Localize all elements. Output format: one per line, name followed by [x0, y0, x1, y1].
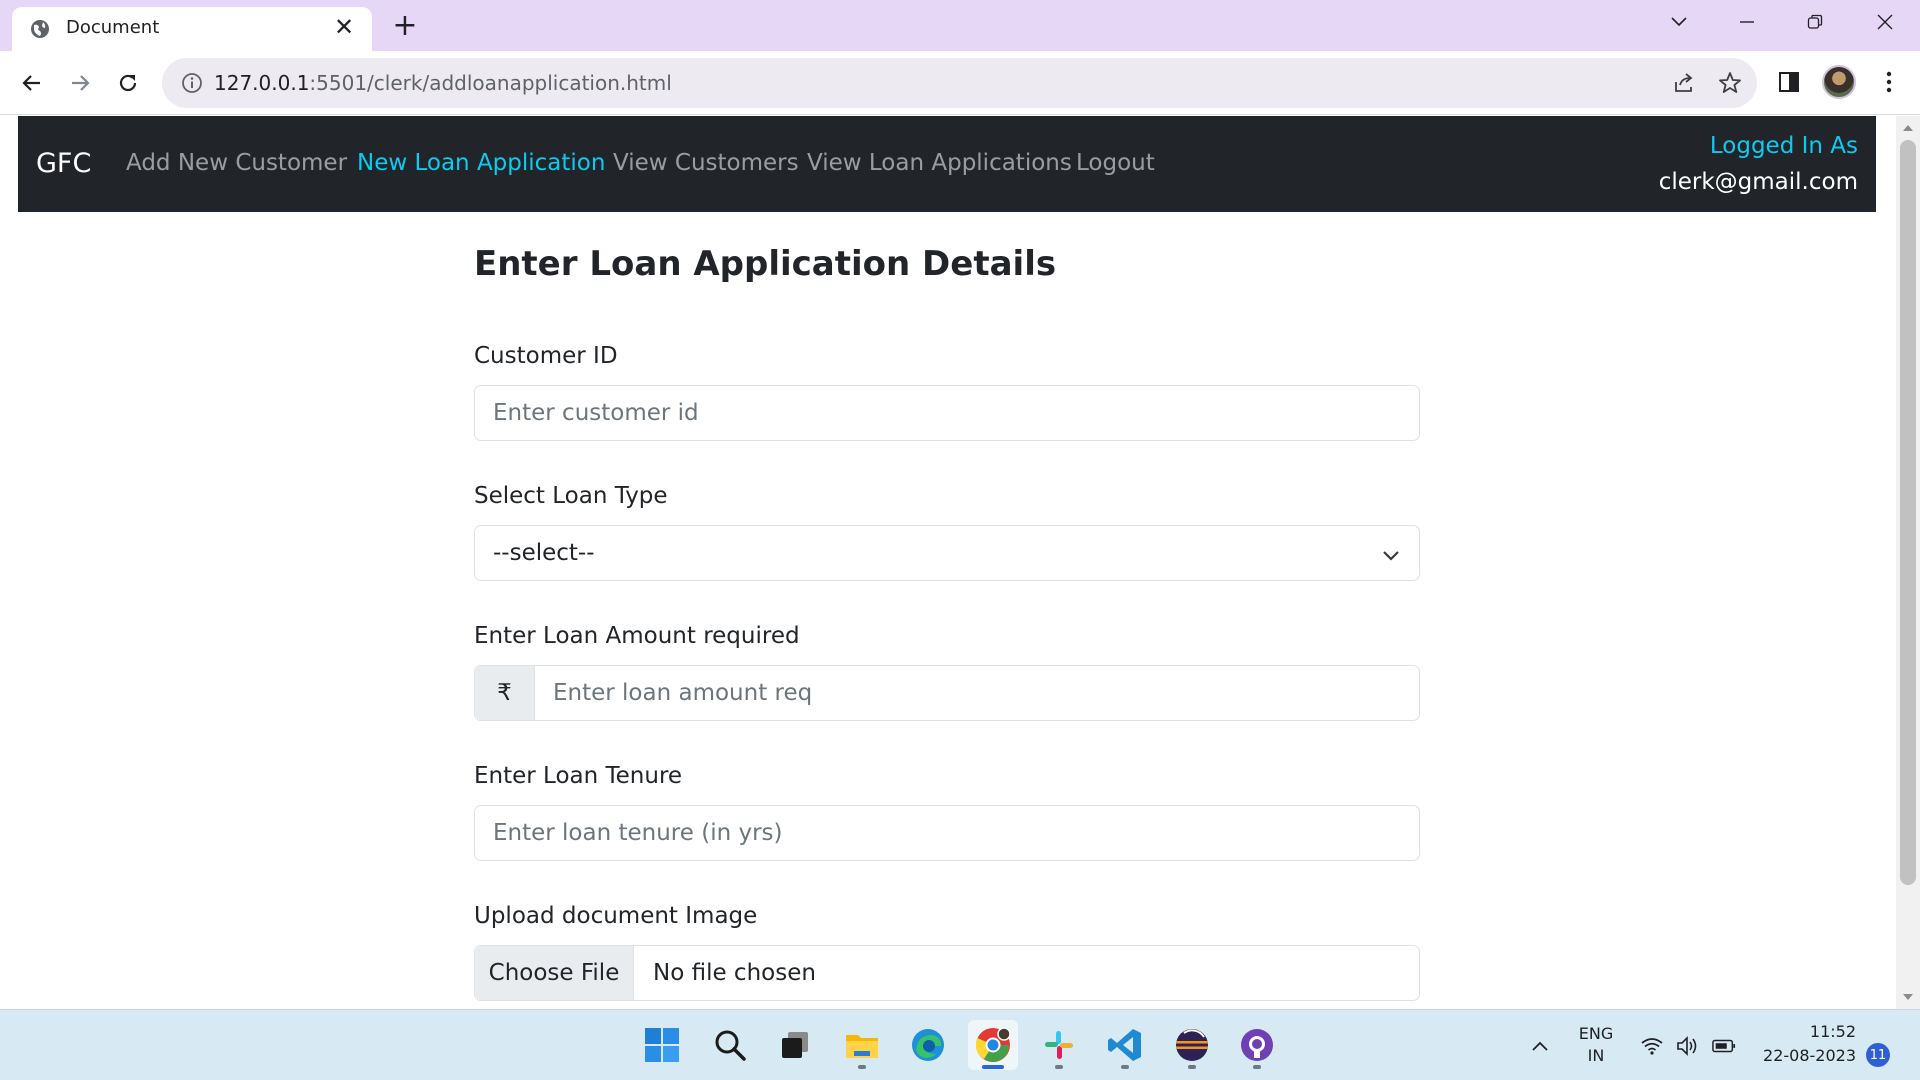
loan-amount-input-group: ₹: [474, 665, 1420, 721]
running-indicator: [1253, 1065, 1261, 1069]
clock-date[interactable]: 22-08-2023: [1750, 1046, 1856, 1065]
start-windows-icon[interactable]: [637, 1020, 687, 1070]
rupee-prefix: ₹: [475, 666, 535, 720]
nav-link-logout[interactable]: Logout: [1076, 150, 1155, 176]
site-info-icon[interactable]: [180, 71, 204, 95]
scroll-down-arrow-icon[interactable]: [1902, 991, 1914, 1003]
chevron-down-icon: [1383, 551, 1399, 561]
tab-search-chevron-icon[interactable]: [1656, 6, 1702, 38]
loan-tenure-input[interactable]: [475, 806, 1419, 860]
url-text[interactable]: 127.0.0.1:5501/clerk/addloanapplication.…: [214, 71, 672, 95]
clock-time[interactable]: 11:52: [1750, 1022, 1856, 1041]
language-indicator-bottom[interactable]: IN: [1578, 1046, 1614, 1065]
eclipse-ide-icon[interactable]: [1167, 1020, 1217, 1070]
running-indicator: [1188, 1065, 1196, 1069]
tab-close-icon[interactable]: ✕: [330, 13, 358, 41]
minimize-icon[interactable]: [1724, 6, 1770, 38]
show-hidden-icons-chevron-icon[interactable]: [1528, 1034, 1552, 1058]
github-desktop-icon[interactable]: [1232, 1020, 1282, 1070]
upload-document-label: Upload document Image: [474, 903, 758, 929]
language-indicator-top[interactable]: ENG: [1578, 1024, 1614, 1043]
globe-icon: [31, 20, 49, 38]
search-icon[interactable]: [705, 1020, 755, 1070]
logged-in-user: clerk@gmail.com: [1658, 169, 1858, 195]
page-scrollbar[interactable]: [1896, 116, 1920, 1009]
file-status-text: No file chosen: [653, 960, 816, 986]
new-tab-button[interactable]: +: [388, 9, 422, 43]
loan-tenure-label: Enter Loan Tenure: [474, 763, 683, 789]
scroll-up-arrow-icon[interactable]: [1902, 122, 1914, 134]
address-bar[interactable]: 127.0.0.1:5501/clerk/addloanapplication.…: [162, 58, 1757, 108]
task-view-icon[interactable]: [770, 1020, 820, 1070]
reload-icon[interactable]: [110, 65, 146, 101]
loan-type-select[interactable]: --select--: [474, 525, 1420, 581]
loan-type-label: Select Loan Type: [474, 483, 668, 509]
volume-icon[interactable]: [1676, 1034, 1700, 1058]
nav-link-new-loan-application[interactable]: New Loan Application: [357, 150, 605, 176]
file-explorer-icon[interactable]: [837, 1020, 887, 1070]
slack-icon[interactable]: [1034, 1020, 1084, 1070]
loan-type-selected-value: --select--: [493, 540, 595, 566]
browser-tab[interactable]: Document ✕: [12, 7, 372, 51]
customer-id-field-wrapper: [474, 385, 1420, 441]
page-viewport: GFC Add New Customer New Loan Applicatio…: [0, 116, 1896, 1009]
windows-taskbar: ENG IN 11:52 22-08-2023 11: [0, 1009, 1920, 1080]
notification-badge[interactable]: 11: [1866, 1043, 1890, 1067]
document-file-input[interactable]: Choose File No file chosen: [474, 945, 1420, 1001]
battery-icon[interactable]: [1712, 1034, 1736, 1058]
chrome-browser-icon[interactable]: [968, 1020, 1018, 1070]
bookmark-star-icon[interactable]: [1717, 70, 1743, 96]
browser-toolbar: 127.0.0.1:5501/clerk/addloanapplication.…: [0, 51, 1920, 115]
restore-icon[interactable]: [1792, 6, 1838, 38]
nav-link-view-loan-applications[interactable]: View Loan Applications: [807, 150, 1072, 176]
tab-title: Document: [66, 17, 160, 38]
running-indicator: [1055, 1065, 1063, 1069]
edge-browser-icon[interactable]: [903, 1020, 953, 1070]
logged-in-label: Logged In As: [1709, 133, 1858, 159]
top-navbar: GFC Add New Customer New Loan Applicatio…: [18, 116, 1876, 212]
menu-kebab-icon[interactable]: [1874, 67, 1904, 97]
running-indicator: [1121, 1065, 1129, 1069]
brand-logo[interactable]: GFC: [36, 148, 91, 179]
share-icon[interactable]: [1671, 70, 1697, 96]
choose-file-button[interactable]: Choose File: [475, 946, 634, 1000]
wifi-icon[interactable]: [1640, 1034, 1664, 1058]
page-title: Enter Loan Application Details: [474, 244, 1057, 284]
customer-id-label: Customer ID: [474, 343, 618, 369]
close-window-icon[interactable]: [1862, 6, 1908, 38]
scrollbar-thumb[interactable]: [1900, 140, 1916, 885]
vscode-icon[interactable]: [1100, 1020, 1150, 1070]
nav-link-add-new-customer[interactable]: Add New Customer: [126, 150, 347, 176]
active-app-indicator: [982, 1065, 1004, 1069]
loan-amount-label: Enter Loan Amount required: [474, 623, 800, 649]
loan-amount-input[interactable]: [535, 666, 1419, 720]
profile-avatar[interactable]: [1822, 65, 1856, 99]
customer-id-input[interactable]: [475, 386, 1419, 440]
forward-arrow-icon[interactable]: [62, 65, 98, 101]
loan-tenure-field-wrapper: [474, 805, 1420, 861]
running-indicator: [858, 1065, 866, 1069]
side-panel-icon[interactable]: [1774, 67, 1804, 97]
browser-tab-strip: Document ✕ +: [0, 0, 1920, 51]
nav-link-view-customers[interactable]: View Customers: [613, 150, 799, 176]
back-arrow-icon[interactable]: [14, 65, 50, 101]
